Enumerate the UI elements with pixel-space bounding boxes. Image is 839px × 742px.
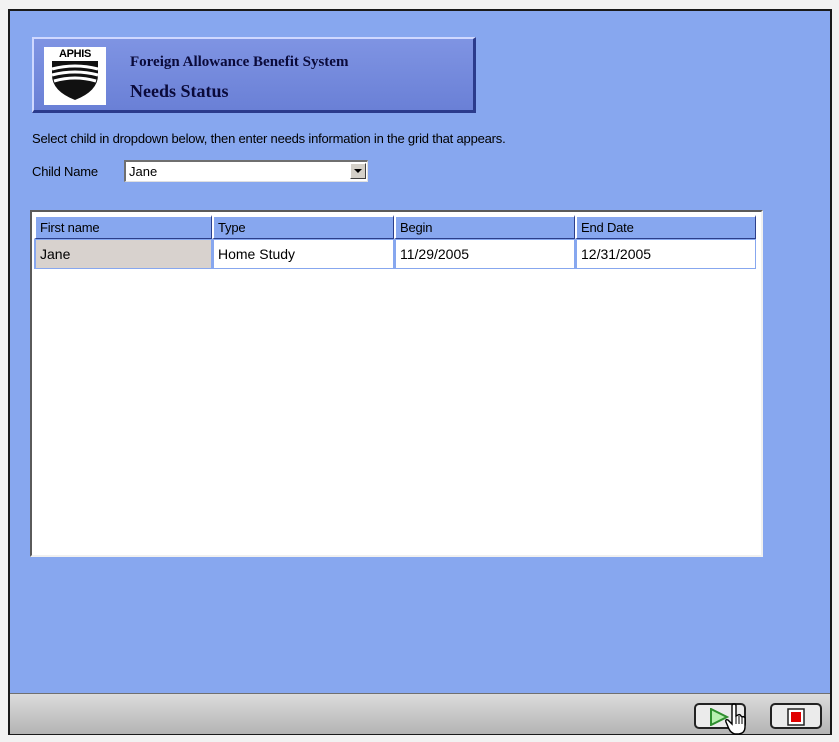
cell-type[interactable]: Home Study xyxy=(212,239,394,269)
column-header-type[interactable]: Type xyxy=(212,215,394,239)
app-title: Foreign Allowance Benefit System xyxy=(130,54,349,70)
header-panel: APHIS Foreign Allowance Benefit System N… xyxy=(32,37,476,113)
child-name-value: Jane xyxy=(129,164,158,179)
table-row[interactable]: Jane Home Study 11/29/2005 12/31/2005 xyxy=(34,239,756,269)
column-header-first-name[interactable]: First name xyxy=(34,215,212,239)
cell-end-date[interactable]: 12/31/2005 xyxy=(575,239,756,269)
logo-text: APHIS xyxy=(58,48,92,60)
page-title: Needs Status xyxy=(130,81,229,101)
aphis-shield-icon xyxy=(51,61,99,100)
footer-bar xyxy=(10,693,830,734)
cell-first-name[interactable]: Jane xyxy=(34,239,212,269)
chevron-down-icon[interactable] xyxy=(350,163,366,179)
app-window: APHIS Foreign Allowance Benefit System N… xyxy=(8,9,832,735)
hand-cursor-icon xyxy=(725,703,746,735)
grid-header-row: First name Type Begin End Date xyxy=(34,215,756,239)
column-header-begin[interactable]: Begin xyxy=(394,215,575,239)
needs-grid[interactable]: First name Type Begin End Date Jane Home… xyxy=(30,210,763,557)
column-header-end-date[interactable]: End Date xyxy=(575,215,756,239)
child-name-label: Child Name xyxy=(32,164,98,179)
instructions-text: Select child in dropdown below, then ent… xyxy=(32,131,506,146)
cell-begin[interactable]: 11/29/2005 xyxy=(394,239,575,269)
aphis-logo: APHIS xyxy=(44,47,106,105)
stop-button[interactable] xyxy=(770,703,822,729)
child-name-dropdown[interactable]: Jane xyxy=(124,160,368,182)
stop-icon xyxy=(787,708,805,726)
